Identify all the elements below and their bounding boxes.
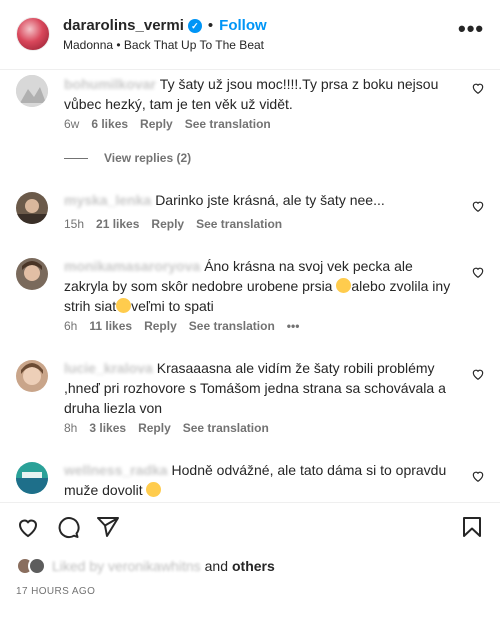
comment-likes[interactable]: 21 likes bbox=[96, 217, 139, 231]
comment-body: wellness_radka Hodně odvážné, ale tato dá… bbox=[64, 460, 454, 500]
like-heart-icon[interactable] bbox=[471, 367, 485, 381]
comment-body: myska_lenka Darinko jste krásná, ale ty š… bbox=[64, 190, 454, 210]
reply-button[interactable]: Reply bbox=[144, 319, 177, 333]
view-replies-button[interactable]: View replies (2) bbox=[64, 151, 191, 165]
comment-likes[interactable]: 3 likes bbox=[89, 421, 126, 435]
reply-button[interactable]: Reply bbox=[151, 217, 184, 231]
grinning-emoji-icon bbox=[146, 482, 162, 497]
comment-time: 8h bbox=[64, 421, 78, 435]
grimacing-emoji-icon bbox=[336, 278, 352, 293]
comment-avatar[interactable] bbox=[16, 192, 48, 224]
bookmark-icon[interactable] bbox=[460, 515, 484, 539]
comment-username[interactable]: bohumilkovar bbox=[64, 76, 156, 92]
more-options-icon[interactable]: ••• bbox=[458, 18, 483, 44]
post-action-bar bbox=[0, 502, 500, 550]
comment-username[interactable]: myska_lenka bbox=[64, 192, 151, 208]
liked-by-text[interactable]: Liked by veronikawhitns bbox=[52, 558, 201, 574]
separator-dot: • bbox=[207, 17, 214, 34]
replies-divider bbox=[64, 157, 88, 159]
share-icon[interactable] bbox=[96, 515, 120, 539]
liked-by-line: Liked by veronikawhitns and others bbox=[16, 556, 275, 576]
comment-meta: 6w 6 likes Reply See translation bbox=[64, 117, 271, 131]
comment-likes[interactable]: 11 likes bbox=[89, 319, 132, 333]
comment-time: 6w bbox=[64, 117, 80, 131]
post-header: dararolins_vermi ✓ • Follow Madonna • Ba… bbox=[0, 0, 500, 70]
reply-button[interactable]: Reply bbox=[138, 421, 171, 435]
audio-track[interactable]: Madonna • Back That Up To The Beat bbox=[63, 38, 264, 52]
like-heart-icon[interactable] bbox=[471, 265, 485, 279]
see-translation-button[interactable]: See translation bbox=[185, 117, 271, 131]
like-heart-icon[interactable] bbox=[471, 199, 485, 213]
comment-meta: 8h 3 likes Reply See translation bbox=[64, 421, 269, 435]
comment-avatar[interactable] bbox=[16, 75, 48, 107]
comment-meta: 15h 21 likes Reply See translation bbox=[64, 217, 282, 231]
comment-body: lucie_kralova Krasaaasna ale vidím že šat… bbox=[64, 358, 454, 418]
comment-text: Darinko jste krásná, ale ty šaty nee... bbox=[155, 192, 385, 208]
comment-username[interactable]: monikamasaroryova bbox=[64, 258, 200, 274]
reply-button[interactable]: Reply bbox=[140, 117, 173, 131]
like-heart-icon[interactable] bbox=[16, 515, 40, 539]
comment-username[interactable]: lucie_kralova bbox=[64, 360, 153, 376]
comment-meta: 6h 11 likes Reply See translation ••• bbox=[64, 319, 299, 333]
comment-time: 6h bbox=[64, 319, 78, 333]
comment-time: 15h bbox=[64, 217, 85, 231]
liked-by-others[interactable]: others bbox=[232, 558, 275, 574]
like-heart-icon[interactable] bbox=[471, 469, 485, 483]
see-translation-button[interactable]: See translation bbox=[189, 319, 275, 333]
comment-icon[interactable] bbox=[56, 515, 80, 539]
comment-avatar[interactable] bbox=[16, 462, 48, 494]
view-replies-label: View replies (2) bbox=[104, 151, 192, 165]
author-username[interactable]: dararolins_vermi bbox=[63, 17, 184, 34]
comment-body: bohumilkovar Ty šaty už jsou moc!!!!.Ty p… bbox=[64, 74, 454, 114]
follow-button[interactable]: Follow bbox=[219, 17, 267, 34]
comment-avatar[interactable] bbox=[16, 258, 48, 290]
comment-avatar[interactable] bbox=[16, 360, 48, 392]
comment-body: monikamasaroryova Áno krásna na svoj vek … bbox=[64, 256, 454, 316]
see-translation-button[interactable]: See translation bbox=[183, 421, 269, 435]
author-line: dararolins_vermi ✓ • Follow bbox=[63, 17, 267, 34]
comment-likes[interactable]: 6 likes bbox=[91, 117, 128, 131]
comment-more-icon[interactable]: ••• bbox=[287, 319, 300, 333]
verified-badge-icon: ✓ bbox=[187, 18, 202, 33]
smirk-emoji-icon bbox=[116, 298, 132, 313]
liker-avatar[interactable] bbox=[28, 557, 46, 575]
comment-username[interactable]: wellness_radka bbox=[64, 462, 168, 478]
comment-text-end: veľmi to spati bbox=[131, 298, 214, 314]
post-timestamp[interactable]: 17 HOURS AGO bbox=[16, 586, 95, 597]
like-heart-icon[interactable] bbox=[471, 81, 485, 95]
liked-by-and: and bbox=[204, 558, 228, 574]
author-avatar[interactable] bbox=[16, 17, 50, 51]
see-translation-button[interactable]: See translation bbox=[196, 217, 282, 231]
